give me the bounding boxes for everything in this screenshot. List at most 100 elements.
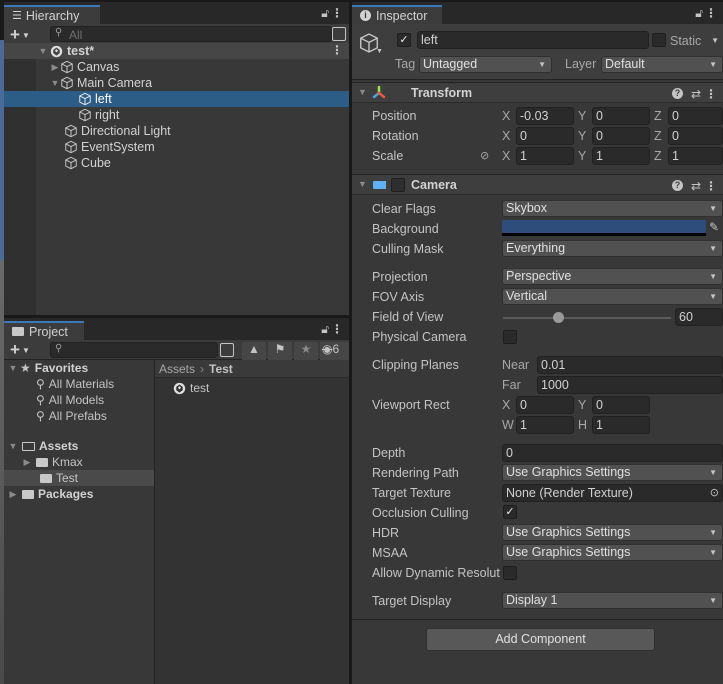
fov-axis-dropdown[interactable]: Vertical ▼ [502, 288, 723, 305]
expand-caret[interactable]: ▶ [8, 489, 18, 500]
hierarchy-item-directional-light[interactable]: Directional Light [4, 123, 349, 139]
clear-flags-dropdown[interactable]: Skybox ▼ [502, 200, 723, 217]
collapse-caret[interactable]: ▼ [358, 87, 367, 97]
tab-inspector[interactable]: i Inspector [352, 5, 442, 24]
folder-kmax[interactable]: ▶ Kmax [22, 454, 83, 470]
more-menu-icon[interactable]: ⋮ [705, 6, 717, 20]
hierarchy-item-eventsystem[interactable]: EventSystem [4, 139, 349, 155]
field-of-view-input[interactable]: 60 [675, 308, 723, 326]
rotation-y-input[interactable]: 0 [592, 127, 650, 145]
favorites-header[interactable]: ▼ ★ Favorites [8, 360, 89, 376]
object-name-input[interactable]: left [417, 31, 649, 49]
presets-icon[interactable]: ⇄ [691, 179, 701, 193]
camera-header[interactable]: ▼ Camera ? ⇄ ⋮ [352, 174, 723, 195]
active-checkbox[interactable]: ✓ [397, 33, 411, 47]
favorite-item-all-models[interactable]: ⚲ All Models [36, 392, 104, 408]
near-clip-input[interactable]: 0.01 [537, 356, 723, 374]
constrain-proportions-icon[interactable]: ⊘ [480, 149, 489, 162]
packages-folder[interactable]: ▶ Packages [8, 486, 94, 502]
hierarchy-search-input[interactable]: ⚲ All [50, 26, 332, 42]
position-y-input[interactable]: 0 [592, 107, 650, 125]
breadcrumb-test[interactable]: Test [209, 362, 233, 376]
tab-hierarchy[interactable]: ☰ Hierarchy [4, 5, 100, 24]
collapse-caret[interactable]: ▼ [8, 441, 18, 451]
layer-dropdown[interactable]: Default ▼ [601, 56, 723, 73]
hierarchy-item-main-camera[interactable]: ▼ Main Camera [4, 75, 349, 91]
tab-project[interactable]: Project [4, 321, 84, 340]
static-checkbox[interactable] [652, 33, 666, 47]
hierarchy-item-right[interactable]: right [4, 107, 349, 123]
projection-dropdown[interactable]: Perspective ▼ [502, 268, 723, 285]
target-texture-field[interactable]: None (Render Texture) ⊙ [502, 484, 723, 502]
viewport-y-input[interactable]: 0 [592, 396, 650, 414]
tag-dropdown[interactable]: Untagged ▼ [419, 56, 552, 73]
expand-caret[interactable]: ▶ [50, 62, 60, 73]
component-menu-icon[interactable]: ⋮ [705, 87, 717, 101]
help-icon[interactable]: ? [672, 88, 683, 99]
msaa-dropdown[interactable]: Use Graphics Settings ▼ [502, 544, 723, 561]
transform-header[interactable]: ▼ Transform ? ⇄ ⋮ [352, 82, 723, 103]
scene-collapse-caret[interactable]: ▼ [38, 46, 48, 56]
target-display-dropdown[interactable]: Display 1 ▼ [502, 592, 723, 609]
viewport-w-input[interactable]: 1 [516, 416, 574, 434]
scale-z-input[interactable]: 1 [668, 147, 723, 165]
expand-caret[interactable]: ▶ [22, 457, 32, 468]
favorite-item-all-materials[interactable]: ⚲ All Materials [36, 376, 114, 392]
breadcrumb-assets[interactable]: Assets [159, 362, 195, 376]
asset-item-test-scene[interactable]: test [173, 380, 209, 396]
physical-camera-checkbox[interactable] [503, 330, 517, 344]
dynamic-resolution-checkbox[interactable] [503, 566, 517, 580]
viewport-x-input[interactable]: 0 [516, 396, 574, 414]
hierarchy-item-canvas[interactable]: ▶ Canvas [4, 59, 349, 75]
search-scene-icon[interactable] [332, 27, 346, 41]
background-color-swatch[interactable] [502, 220, 706, 236]
filter-by-label-icon[interactable]: ⚑ [268, 342, 292, 360]
lock-icon[interactable]: 🔓︎ [321, 322, 329, 337]
lock-icon[interactable]: 🔓︎ [321, 6, 329, 21]
add-component-button[interactable]: Add Component [426, 628, 655, 651]
create-button[interactable]: + ▼ [10, 25, 30, 45]
rotation-x-input[interactable]: 0 [516, 127, 574, 145]
object-picker-icon[interactable]: ⊙ [710, 485, 719, 501]
depth-input[interactable]: 0 [502, 444, 723, 462]
scene-menu-icon[interactable]: ⋮ [331, 43, 343, 57]
field-of-view-slider-thumb[interactable] [552, 312, 564, 323]
folder-test[interactable]: Test [4, 470, 154, 486]
scale-x-input[interactable]: 1 [516, 147, 574, 165]
search-in-scene-icon[interactable] [220, 343, 234, 357]
favorite-item-all-prefabs[interactable]: ⚲ All Prefabs [36, 408, 107, 424]
scene-header-row[interactable]: ▼ test* ⋮ [4, 43, 349, 59]
viewport-h-input[interactable]: 1 [592, 416, 650, 434]
field-of-view-slider-track[interactable] [503, 317, 671, 319]
eyedropper-icon[interactable]: ✎ [709, 220, 719, 234]
scale-y-input[interactable]: 1 [592, 147, 650, 165]
far-clip-input[interactable]: 1000 [537, 376, 723, 394]
collapse-caret[interactable]: ▼ [8, 363, 18, 373]
camera-enabled-checkbox[interactable] [391, 178, 405, 192]
static-dropdown-arrow[interactable]: ▼ [711, 36, 719, 45]
position-z-input[interactable]: 0 [668, 107, 723, 125]
favorites-star-icon[interactable]: ★ [294, 342, 318, 360]
culling-mask-dropdown[interactable]: Everything ▼ [502, 240, 723, 257]
more-menu-icon[interactable]: ⋮ [331, 6, 343, 20]
collapse-caret[interactable]: ▼ [50, 78, 60, 88]
hierarchy-item-left[interactable]: left [4, 91, 349, 107]
assets-folder[interactable]: ▼ Assets [8, 438, 79, 454]
collapse-caret[interactable]: ▼ [358, 179, 367, 189]
icon-dropdown-arrow[interactable]: ▼ [376, 48, 383, 55]
more-menu-icon[interactable]: ⋮ [331, 322, 343, 336]
hdr-dropdown[interactable]: Use Graphics Settings ▼ [502, 524, 723, 541]
help-icon[interactable]: ? [672, 180, 683, 191]
occlusion-culling-checkbox[interactable]: ✓ [503, 505, 517, 519]
project-search-input[interactable]: ⚲ [50, 342, 218, 358]
hidden-packages-toggle[interactable]: ◉6 [320, 342, 349, 360]
filter-by-type-icon[interactable]: ▲ [242, 342, 266, 360]
presets-icon[interactable]: ⇄ [691, 87, 701, 101]
rendering-path-dropdown[interactable]: Use Graphics Settings ▼ [502, 464, 723, 481]
lock-icon[interactable]: 🔓︎ [695, 6, 703, 21]
hierarchy-item-cube[interactable]: Cube [4, 155, 349, 171]
component-menu-icon[interactable]: ⋮ [705, 179, 717, 193]
rotation-z-input[interactable]: 0 [668, 127, 723, 145]
create-button[interactable]: + ▼ [10, 340, 30, 360]
position-x-input[interactable]: -0.03 [516, 107, 574, 125]
